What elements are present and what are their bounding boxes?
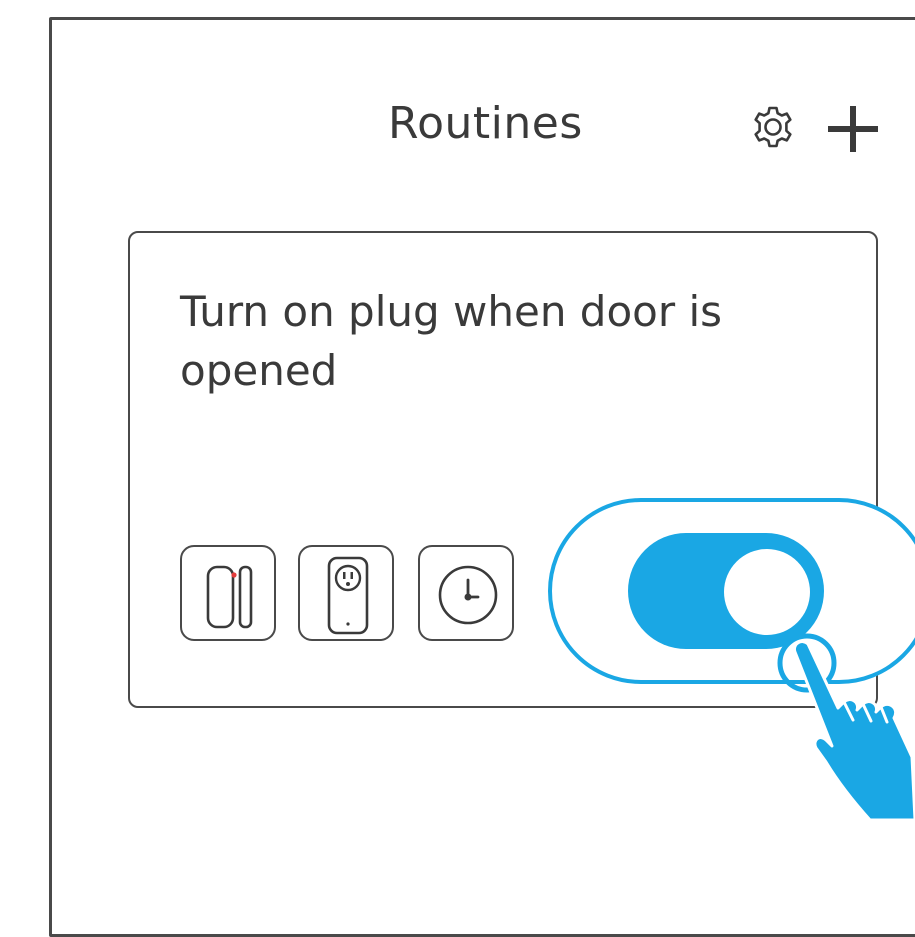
smart-plug-icon [327, 556, 369, 635]
clock-icon [438, 565, 498, 625]
gear-icon [754, 106, 792, 148]
add-routine-button[interactable] [826, 106, 880, 154]
settings-button[interactable] [748, 102, 798, 152]
plus-icon [828, 106, 878, 152]
device-tile-door-sensor[interactable] [180, 545, 276, 641]
device-tile-smart-plug[interactable] [298, 545, 394, 641]
routine-title: Turn on plug when door is opened [180, 287, 723, 395]
hand-pointer-icon [760, 620, 915, 822]
device-tile-timer[interactable] [418, 545, 514, 641]
door-sensor-icon [206, 565, 253, 629]
page-title: Routines [388, 98, 583, 149]
